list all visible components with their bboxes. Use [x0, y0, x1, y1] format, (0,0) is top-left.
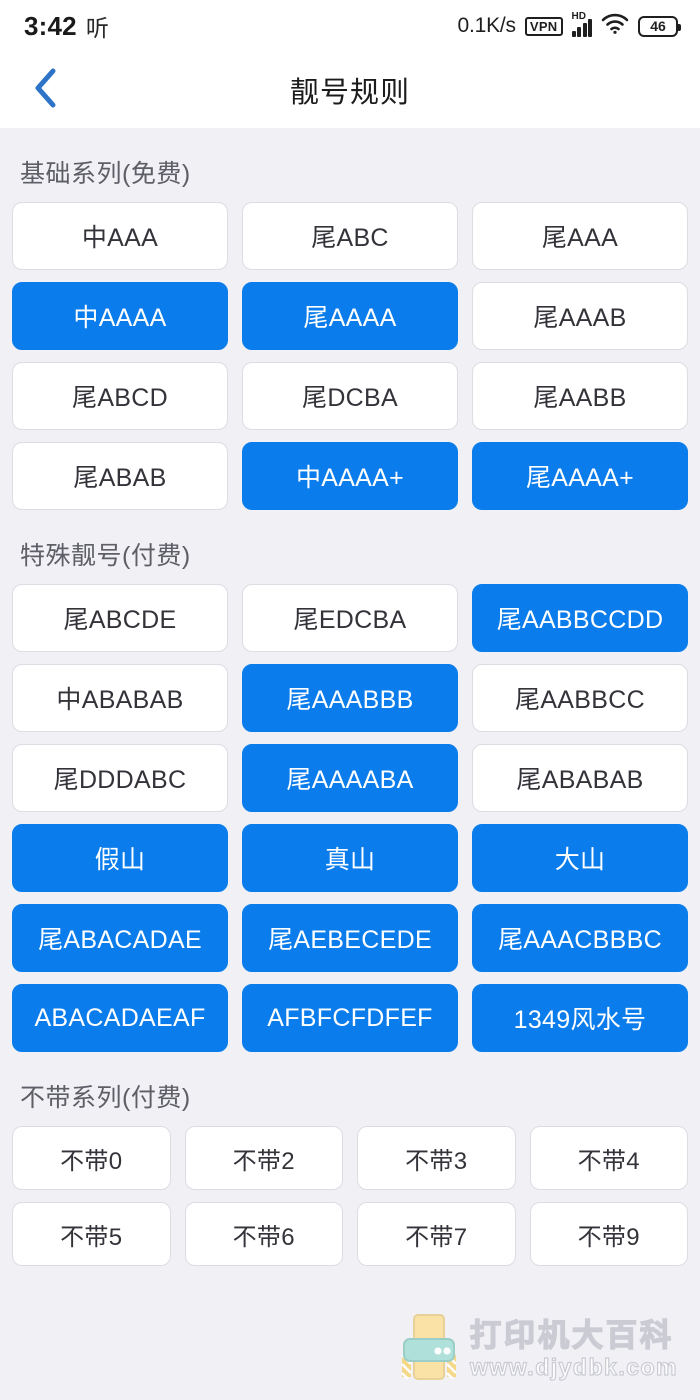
listening-indicator-icon: 听	[85, 15, 109, 41]
rule-chip[interactable]: 尾DDDABC	[12, 744, 228, 812]
rule-chip[interactable]: 大山	[472, 824, 688, 892]
hd-signal-icon: HD	[571, 11, 592, 37]
rule-chip[interactable]: 尾AABBCCDD	[472, 584, 688, 652]
rule-chip[interactable]: 尾AAAABA	[242, 744, 458, 812]
rule-chip[interactable]: 尾ABAB	[12, 442, 228, 510]
rules-content: 基础系列(免费) 中AAA 尾ABC 尾AAA 中AAAA 尾AAAA 尾AAAB 尾ABC…	[0, 128, 700, 1400]
section-special: 特殊靓号(付费) 尾ABCDE 尾EDCBA 尾AABBCCDD 中ABABAB 尾AA…	[12, 510, 688, 1052]
signal-bar	[582, 23, 587, 37]
rule-chip[interactable]: 中ABABAB	[12, 664, 228, 732]
rule-chip[interactable]: 尾AABBCC	[472, 664, 688, 732]
rule-chip[interactable]: ABACADAEAF	[12, 984, 228, 1052]
section-title: 不带系列(付费)	[20, 1084, 191, 1112]
section-exclude: 不带系列(付费) 不带0 不带2 不带3 不带4 不带5 不带6 不带7 不带9	[12, 1052, 688, 1266]
rule-chip[interactable]: 尾EDCBA	[242, 584, 458, 652]
battery-level-label: 46	[650, 18, 666, 34]
rule-chip[interactable]: 假山	[12, 824, 228, 892]
status-bar: 3:42 听 0.1K/s VPN HD 46	[0, 0, 700, 52]
signal-bar	[588, 19, 592, 37]
section-title: 基础系列(免费)	[20, 160, 191, 188]
rule-chip[interactable]: 尾DCBA	[242, 362, 458, 430]
status-time: 3:42	[24, 10, 77, 41]
rule-chip[interactable]: 尾AAAA	[242, 282, 458, 350]
signal-bar	[577, 27, 581, 37]
rule-chip[interactable]: 不带7	[357, 1202, 516, 1266]
chip-grid-special: 尾ABCDE 尾EDCBA 尾AABBCCDD 中ABABAB 尾AAABBB 尾AABB…	[12, 584, 688, 1052]
rule-chip[interactable]: 尾AAACBBBC	[472, 904, 688, 972]
rule-chip[interactable]: 尾AAAB	[472, 282, 688, 350]
rule-chip[interactable]: 不带9	[529, 1202, 688, 1266]
rule-chip[interactable]: 中AAAA	[12, 282, 228, 350]
signal-bar	[571, 31, 576, 37]
rule-chip[interactable]: 尾ABC	[242, 202, 458, 270]
rule-chip[interactable]: 不带4	[529, 1126, 688, 1190]
rule-chip[interactable]: 尾ABCD	[12, 362, 228, 430]
status-bar-right: 0.1K/s VPN HD 46	[457, 11, 681, 40]
navigation-bar: 靓号规则	[0, 52, 700, 128]
chip-grid-exclude: 不带0 不带2 不带3 不带4 不带5 不带6 不带7 不带9	[12, 1126, 688, 1266]
rule-chip[interactable]: 中AAAA+	[242, 442, 458, 510]
rule-chip[interactable]: 中AAA	[12, 202, 228, 270]
wifi-icon	[601, 13, 629, 40]
battery-icon: 46	[638, 15, 681, 37]
page-title: 靓号规则	[289, 77, 410, 109]
rule-chip[interactable]: 尾AAAA+	[472, 442, 688, 510]
chip-grid-basic: 中AAA 尾ABC 尾AAA 中AAAA 尾AAAA 尾AAAB 尾ABCD 尾DCBA 尾AA…	[12, 202, 688, 510]
rule-chip[interactable]: 尾ABABAB	[472, 744, 688, 812]
rule-chip[interactable]: 1349风水号	[472, 984, 688, 1052]
rule-chip[interactable]: 尾ABCDE	[12, 584, 228, 652]
rule-chip[interactable]: 尾ABACADAE	[12, 904, 228, 972]
network-speed-label: 0.1K/s	[457, 14, 517, 37]
status-bar-left: 3:42 听	[24, 9, 109, 43]
rule-chip[interactable]: 尾AABB	[472, 362, 688, 430]
rule-chip[interactable]: AFBFCFDFEF	[242, 984, 458, 1052]
rule-chip[interactable]: 不带3	[357, 1126, 516, 1190]
rule-chip[interactable]: 不带2	[184, 1126, 343, 1190]
vpn-icon: VPN	[524, 16, 563, 36]
rule-chip[interactable]: 不带5	[12, 1202, 171, 1266]
section-basic: 基础系列(免费) 中AAA 尾ABC 尾AAA 中AAAA 尾AAAA 尾AAAB 尾ABC…	[12, 128, 688, 510]
section-title: 特殊靓号(付费)	[20, 542, 191, 570]
hd-label: HD	[571, 11, 586, 22]
rule-chip[interactable]: 尾AAABBB	[242, 664, 458, 732]
rule-chip[interactable]: 不带0	[12, 1126, 171, 1190]
rule-chip[interactable]: 尾AEBECEDE	[242, 904, 458, 972]
rule-chip[interactable]: 真山	[242, 824, 458, 892]
rule-chip[interactable]: 不带6	[184, 1202, 343, 1266]
rule-chip[interactable]: 尾AAA	[472, 202, 688, 270]
